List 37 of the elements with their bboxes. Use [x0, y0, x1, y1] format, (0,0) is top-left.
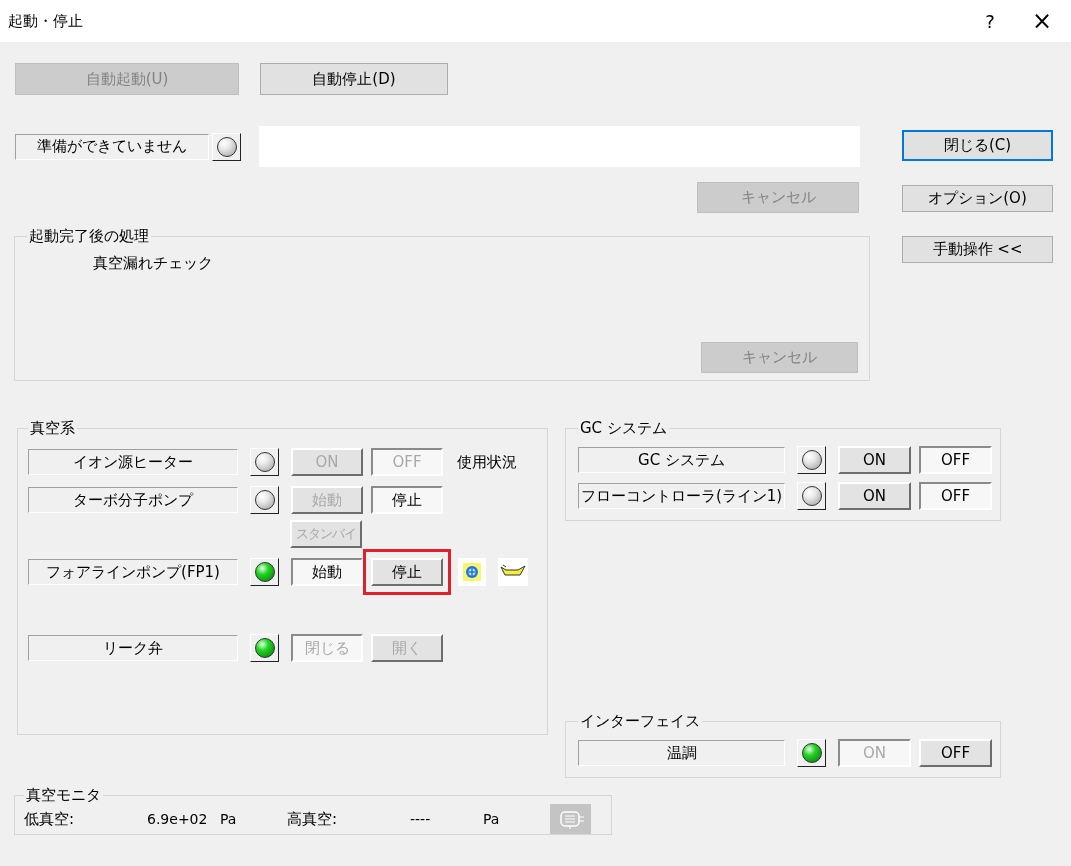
- oil-can-icon[interactable]: [498, 558, 528, 586]
- unit-label: Pa: [483, 811, 501, 827]
- group-title: 起動完了後の処理: [28, 227, 150, 246]
- control-button[interactable]: OFF: [919, 739, 992, 767]
- device-label: GC システム: [578, 447, 785, 473]
- group-title: 真空系: [29, 419, 76, 438]
- control-button[interactable]: 始動: [291, 558, 363, 586]
- control-button[interactable]: 停止: [371, 486, 443, 514]
- group-title: インターフェイス: [579, 712, 701, 731]
- auto-button[interactable]: 自動停止(D): [260, 63, 448, 95]
- dialog-button[interactable]: 閉じる(C): [902, 130, 1053, 161]
- task-label: 真空漏れチェック: [92, 254, 214, 273]
- reading-label: 高真空:: [287, 809, 339, 829]
- device-label: ターボ分子ポンプ: [28, 487, 238, 513]
- dialog-button[interactable]: 手動操作 <<: [902, 236, 1053, 263]
- device-label: イオン源ヒーター: [28, 449, 238, 475]
- control-button[interactable]: OFF: [919, 482, 992, 510]
- device-label: 温調: [578, 740, 785, 766]
- reading-value: 6.9e+02: [147, 811, 209, 827]
- device-label: リーク弁: [28, 635, 238, 661]
- device-label: フローコントローラ(ライン1): [578, 483, 785, 509]
- close-button[interactable]: ×: [1013, 0, 1071, 42]
- device-label: フォアラインポンプ(FP1): [28, 559, 238, 585]
- status-label: 準備ができていません: [15, 133, 209, 160]
- control-button[interactable]: ON: [838, 446, 911, 474]
- group-title: GC システム: [579, 419, 668, 438]
- window-title: 起動・停止: [8, 11, 83, 31]
- control-button[interactable]: 停止: [371, 558, 443, 586]
- dialog-button[interactable]: オプション(O): [902, 185, 1053, 212]
- unit-label: Pa: [220, 811, 238, 827]
- group-title: 真空モニタ: [25, 786, 102, 805]
- reading-label: 低真空:: [24, 809, 76, 829]
- control-button[interactable]: OFF: [919, 446, 992, 474]
- usage-label: 使用状況: [457, 452, 517, 472]
- help-button[interactable]: ?: [967, 0, 1013, 42]
- reading-value: ----: [410, 811, 432, 827]
- control-button[interactable]: ON: [838, 482, 911, 510]
